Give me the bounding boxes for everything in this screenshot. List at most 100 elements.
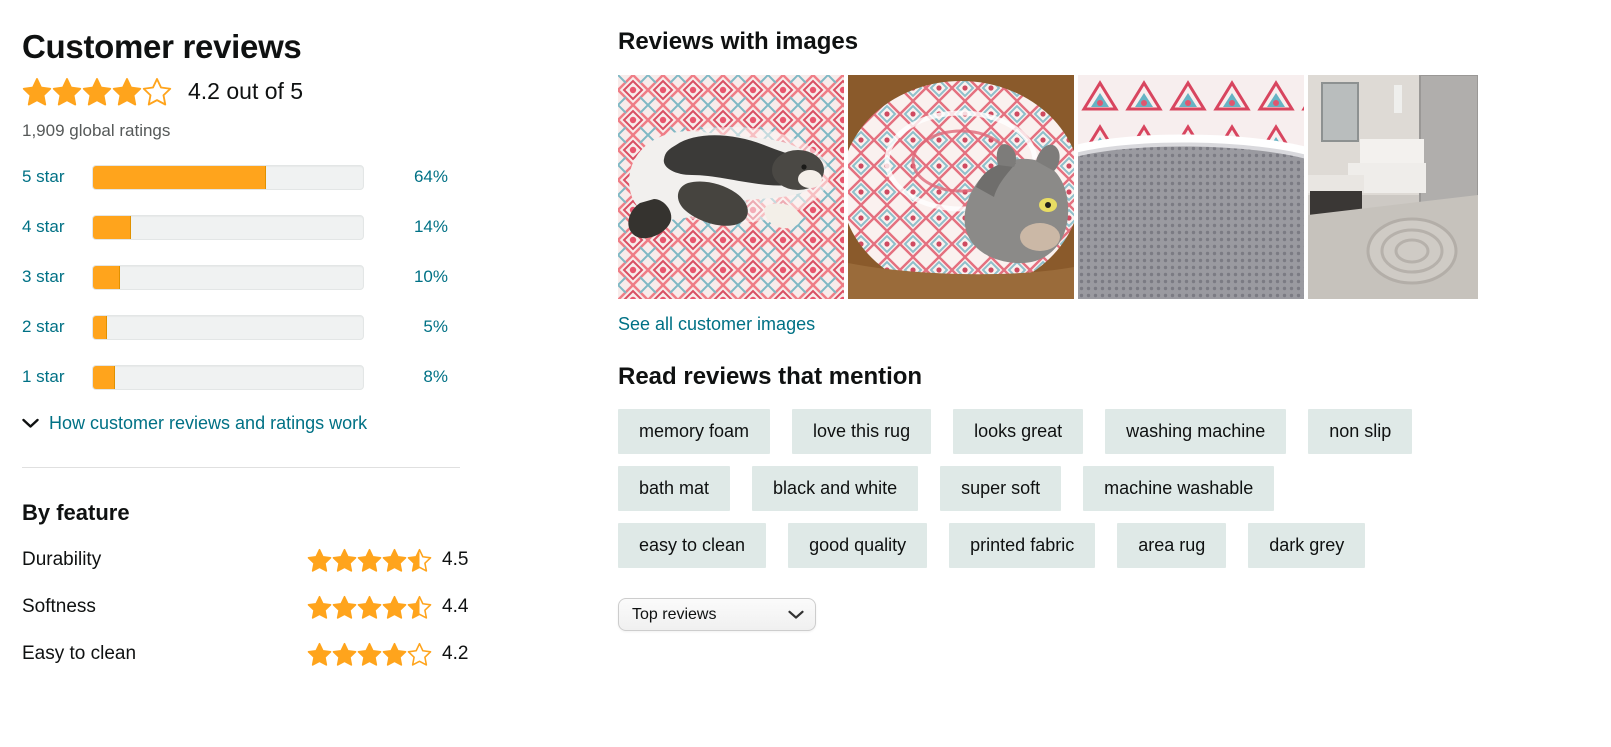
chevron-down-icon: [788, 610, 804, 619]
rating-histogram-star-label[interactable]: 4 star: [22, 217, 92, 237]
rating-histogram-percent[interactable]: 5%: [388, 317, 448, 337]
by-feature-title: By feature: [22, 499, 130, 525]
star-icon: [382, 595, 407, 619]
review-keyword-chip[interactable]: super soft: [940, 466, 1062, 511]
feature-name: Softness: [22, 596, 96, 618]
review-keyword-chip[interactable]: looks great: [953, 409, 1084, 454]
feature-rating-stars: [307, 595, 432, 620]
review-keyword-chip[interactable]: easy to clean: [618, 523, 767, 568]
rating-histogram-fill: [93, 215, 131, 239]
rating-histogram-star-label[interactable]: 3 star: [22, 267, 92, 287]
rating-histogram-row[interactable]: 5 star 64%: [22, 163, 492, 192]
rating-histogram-star-label[interactable]: 2 star: [22, 317, 92, 337]
reviews-with-images-title: Reviews with images: [618, 28, 859, 55]
feature-rating-list: Durability 4.5 Softness 4.4 Easy to clea…: [22, 546, 492, 669]
rating-histogram-percent[interactable]: 8%: [388, 367, 448, 387]
sort-reviews-selected-value: Top reviews: [632, 605, 717, 623]
star-icon: [407, 595, 432, 619]
star-icon: [82, 78, 112, 106]
rating-histogram-row[interactable]: 3 star 10%: [22, 263, 492, 292]
how-reviews-work-link[interactable]: How customer reviews and ratings work: [49, 413, 367, 434]
review-keyword-chip[interactable]: bath mat: [618, 466, 731, 511]
review-keyword-chip[interactable]: memory foam: [618, 409, 771, 454]
average-rating-text: 4.2 out of 5: [188, 78, 304, 105]
how-reviews-work-row[interactable]: How customer reviews and ratings work: [22, 413, 492, 434]
review-image-thumbnail[interactable]: [1078, 75, 1304, 299]
feature-rating-stars: [307, 642, 432, 667]
review-image-thumbnails: [618, 75, 1578, 299]
feature-rating-stars: [307, 548, 432, 573]
star-icon: [332, 642, 357, 666]
review-keyword-chip-row: bath mat black and white super soft machine…: [618, 466, 1578, 511]
review-keyword-chip[interactable]: good quality: [788, 523, 928, 568]
review-keyword-chip[interactable]: machine washable: [1083, 466, 1275, 511]
review-keyword-chip[interactable]: printed fabric: [949, 523, 1096, 568]
star-icon: [142, 78, 172, 106]
review-keyword-chip[interactable]: love this rug: [792, 409, 932, 454]
rating-histogram-star-label[interactable]: 5 star: [22, 167, 92, 187]
rating-histogram-percent[interactable]: 14%: [388, 217, 448, 237]
review-keyword-chip[interactable]: area rug: [1117, 523, 1227, 568]
feature-name: Durability: [22, 549, 102, 571]
chevron-down-icon: [22, 418, 39, 428]
sort-reviews-container: Top reviews: [618, 598, 1578, 631]
review-keyword-chip-row: easy to clean good quality printed fabric a…: [618, 523, 1578, 568]
review-image-thumbnail[interactable]: [618, 75, 844, 299]
customer-reviews-page: Customer reviews 4.2 out of 5 1,909 glob…: [0, 0, 1611, 747]
section-divider: [22, 466, 460, 468]
reviews-summary-column: Customer reviews 4.2 out of 5 1,909 glob…: [22, 28, 492, 687]
star-icon: [332, 548, 357, 572]
review-keyword-chip[interactable]: washing machine: [1105, 409, 1287, 454]
rating-histogram-track[interactable]: [92, 364, 364, 390]
rating-histogram-fill: [93, 165, 266, 189]
rating-histogram-row[interactable]: 1 star 8%: [22, 363, 492, 392]
star-icon: [307, 548, 332, 572]
review-image-thumbnail[interactable]: [848, 75, 1074, 299]
rating-histogram: 5 star 64% 4 star 14% 3 star 10% 2 star 5% 1 sta…: [22, 163, 492, 392]
review-keyword-chip[interactable]: non slip: [1308, 409, 1413, 454]
global-ratings-count: 1,909 global ratings: [22, 120, 171, 140]
star-icon: [112, 78, 142, 106]
feature-score: 4.5: [442, 549, 469, 571]
star-icon: [357, 548, 382, 572]
star-icon: [382, 642, 407, 666]
rating-histogram-track[interactable]: [92, 264, 364, 290]
star-icon: [22, 78, 52, 106]
rating-histogram-fill: [93, 365, 115, 389]
rating-histogram-fill: [93, 315, 107, 339]
rating-histogram-row[interactable]: 2 star 5%: [22, 313, 492, 342]
review-image-thumbnail[interactable]: [1308, 75, 1478, 299]
star-icon: [382, 548, 407, 572]
review-keyword-chips: memory foam love this rug looks great washi…: [618, 409, 1578, 568]
see-all-customer-images-link[interactable]: See all customer images: [618, 314, 815, 335]
star-icon: [357, 595, 382, 619]
rating-histogram-star-label[interactable]: 1 star: [22, 367, 92, 387]
average-rating-row[interactable]: 4.2 out of 5: [22, 77, 492, 107]
rating-histogram-track[interactable]: [92, 314, 364, 340]
rating-histogram-percent[interactable]: 64%: [388, 167, 448, 187]
rating-histogram-track[interactable]: [92, 164, 364, 190]
star-icon: [307, 642, 332, 666]
feature-name: Easy to clean: [22, 643, 137, 665]
feature-score: 4.4: [442, 596, 469, 618]
rating-histogram-track[interactable]: [92, 214, 364, 240]
rating-histogram-fill: [93, 265, 120, 289]
feature-rating-row: Durability 4.5: [22, 546, 492, 575]
feature-rating-row: Softness 4.4: [22, 593, 492, 622]
star-icon: [407, 548, 432, 572]
grey-cat-on-round-rug-photo: [848, 75, 1074, 299]
rating-histogram-row[interactable]: 4 star 14%: [22, 213, 492, 242]
read-reviews-that-mention-title: Read reviews that mention: [618, 363, 923, 390]
star-icon: [332, 595, 357, 619]
star-icon: [52, 78, 82, 106]
reviews-media-column: Reviews with images See all customer ima…: [618, 28, 1578, 631]
rug-mesh-backing-photo: [1078, 75, 1304, 299]
cat-on-pink-rug-photo: [618, 75, 844, 299]
review-keyword-chip-row: memory foam love this rug looks great washi…: [618, 409, 1578, 454]
review-keyword-chip[interactable]: black and white: [752, 466, 919, 511]
review-keyword-chip[interactable]: dark grey: [1248, 523, 1366, 568]
rating-histogram-percent[interactable]: 10%: [388, 267, 448, 287]
page-title: Customer reviews: [22, 28, 302, 65]
star-icon: [407, 642, 432, 666]
sort-reviews-dropdown[interactable]: Top reviews: [618, 598, 816, 631]
